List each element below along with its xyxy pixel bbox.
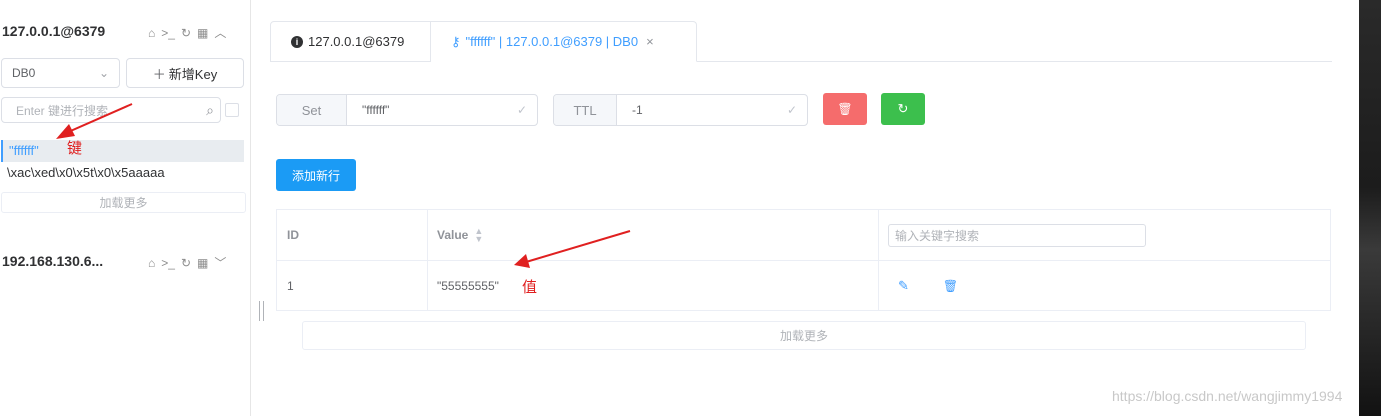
annotation-arrow-value (514, 230, 631, 268)
background-image-strip (1359, 0, 1381, 416)
annotation-layer (56, 103, 631, 268)
annotation-arrow-key (56, 103, 133, 139)
annotation-value-label: 值 (522, 279, 538, 296)
annotation-key-label: 键 (67, 140, 83, 157)
watermark-text: https://blog.csdn.net/wangjimmy1994 (1112, 388, 1343, 404)
